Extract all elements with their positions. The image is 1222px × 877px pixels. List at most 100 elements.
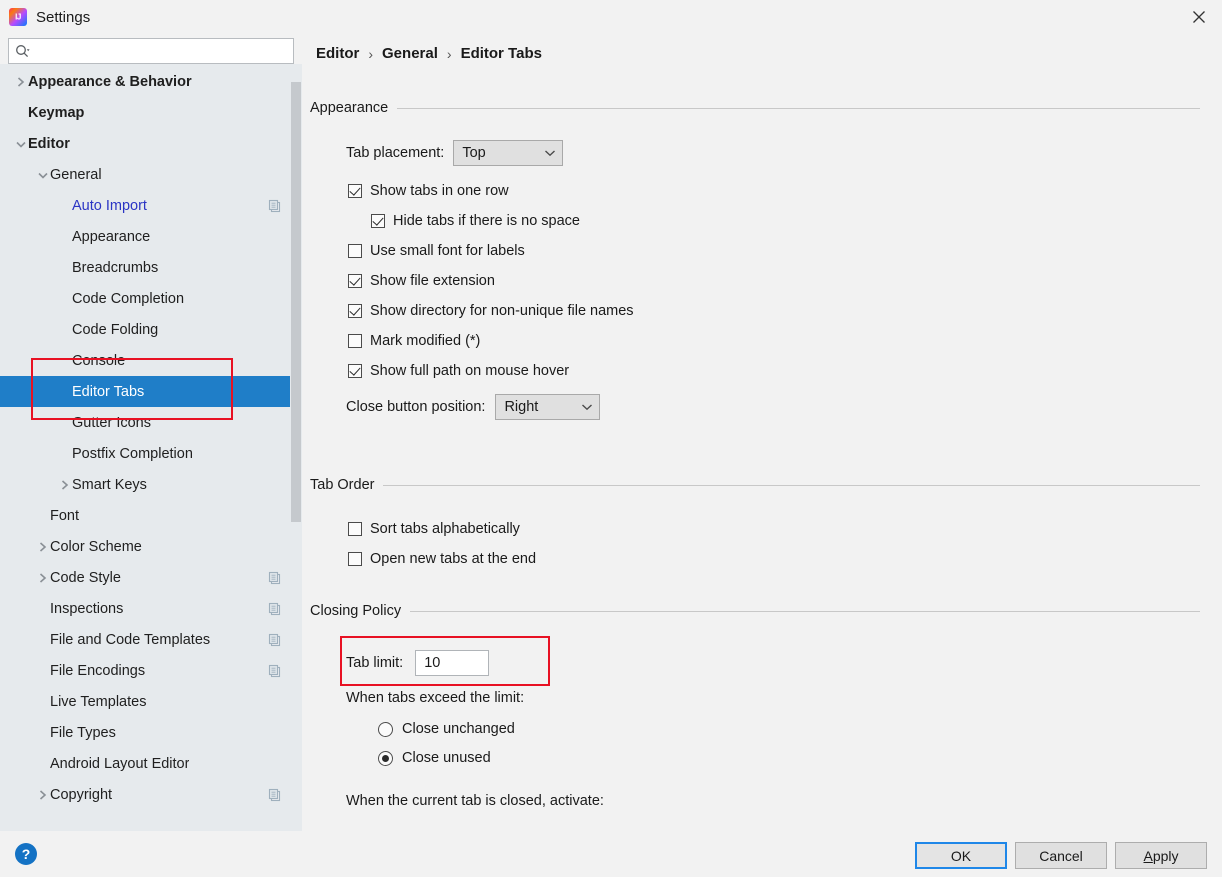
copy-settings-icon[interactable]	[268, 788, 282, 802]
when-exceed-row: When tabs exceed the limit:	[346, 690, 1200, 706]
sort-tabs-alphabetically-checkbox[interactable]	[348, 522, 362, 536]
sidebar-item-inspections[interactable]: Inspections	[0, 593, 302, 624]
section-divider	[383, 484, 1200, 486]
sidebar-item-label: Breadcrumbs	[72, 259, 159, 276]
ok-button[interactable]: OK	[915, 842, 1007, 869]
sidebar-item-file-types[interactable]: File Types	[0, 717, 302, 748]
chevron-down-icon[interactable]	[14, 137, 28, 151]
show-file-extension-checkbox[interactable]	[348, 274, 362, 288]
copy-settings-icon[interactable]	[268, 199, 282, 213]
search-area	[0, 34, 302, 64]
show-directory-checkbox[interactable]	[348, 304, 362, 318]
tab-placement-dropdown[interactable]: Top	[453, 140, 564, 166]
sidebar-item-editor-tabs[interactable]: Editor Tabs	[0, 376, 302, 407]
sidebar-item-font[interactable]: Font	[0, 500, 302, 531]
breadcrumb-item-editor-tabs[interactable]: Editor Tabs	[461, 45, 542, 62]
show-directory-checkbox-row[interactable]: Show directory for non-unique file names	[348, 303, 1200, 319]
use-small-font-checkbox[interactable]	[348, 244, 362, 258]
sidebar-item-postfix-completion[interactable]: Postfix Completion	[0, 438, 302, 469]
sidebar-item-auto-import[interactable]: Auto Import	[0, 190, 302, 221]
sidebar-item-gutter-icons[interactable]: Gutter Icons	[0, 407, 302, 438]
hide-tabs-no-space-checkbox-row[interactable]: Hide tabs if there is no space	[371, 213, 1200, 229]
sidebar-item-code-style[interactable]: Code Style	[0, 562, 302, 593]
use-small-font-label: Use small font for labels	[370, 243, 525, 259]
mark-modified-checkbox-row[interactable]: Mark modified (*)	[348, 333, 1200, 349]
close-button[interactable]	[1176, 0, 1222, 34]
cancel-button[interactable]: Cancel	[1015, 842, 1107, 869]
tab-limit-field[interactable]	[415, 650, 490, 676]
sidebar-item-android-layout-editor[interactable]: Android Layout Editor	[0, 748, 302, 779]
close-button-position-dropdown[interactable]: Right	[495, 394, 601, 420]
sidebar-item-color-scheme[interactable]: Color Scheme	[0, 531, 302, 562]
sidebar-item-editor[interactable]: Editor	[0, 128, 302, 159]
close-unchanged-radio-row[interactable]: Close unchanged	[378, 721, 1200, 737]
show-file-extension-checkbox-row[interactable]: Show file extension	[348, 273, 1200, 289]
sidebar-item-copyright[interactable]: Copyright	[0, 779, 302, 810]
apply-mnemonic: A	[1143, 847, 1153, 864]
sidebar-item-label: Editor Tabs	[72, 383, 145, 400]
sidebar-scrollbar-thumb[interactable]	[291, 82, 301, 522]
chevron-right-icon[interactable]	[36, 788, 50, 802]
sidebar-item-label: Copyright	[50, 786, 113, 803]
appearance-section: Appearance Tab placement: Top Show tabs …	[310, 97, 1200, 420]
copy-settings-icon[interactable]	[268, 602, 282, 616]
open-new-tabs-end-checkbox-row[interactable]: Open new tabs at the end	[348, 551, 1200, 567]
use-small-font-checkbox-row[interactable]: Use small font for labels	[348, 243, 1200, 259]
sidebar-item-console[interactable]: Console	[0, 345, 302, 376]
show-tabs-one-row-checkbox-row[interactable]: Show tabs in one row	[348, 183, 1200, 199]
search-box[interactable]	[8, 38, 294, 64]
sidebar-item-live-templates[interactable]: Live Templates	[0, 686, 302, 717]
breadcrumb-separator-icon: ›	[368, 45, 374, 62]
tab-limit-row: Tab limit:	[346, 650, 1200, 676]
close-unused-radio-row[interactable]: Close unused	[378, 750, 1200, 766]
sidebar-item-appearance[interactable]: Appearance	[0, 221, 302, 252]
sidebar-item-breadcrumbs[interactable]: Breadcrumbs	[0, 252, 302, 283]
apply-button[interactable]: Apply	[1115, 842, 1207, 869]
copy-settings-icon[interactable]	[268, 633, 282, 647]
copy-settings-icon[interactable]	[268, 664, 282, 678]
chevron-down-icon[interactable]	[36, 168, 50, 182]
sidebar-item-code-folding[interactable]: Code Folding	[0, 314, 302, 345]
sort-tabs-alpha-checkbox-row[interactable]: Sort tabs alphabetically	[348, 521, 1200, 537]
close-button-position-label: Close button position:	[346, 399, 486, 415]
sidebar-item-file-and-code-templates[interactable]: File and Code Templates	[0, 624, 302, 655]
mark-modified-checkbox[interactable]	[348, 334, 362, 348]
close-unused-radio[interactable]	[378, 750, 393, 766]
help-icon: ?	[21, 846, 31, 862]
tab-placement-label: Tab placement:	[346, 145, 445, 161]
chevron-right-icon[interactable]	[58, 478, 72, 492]
tab-limit-input[interactable]	[422, 654, 483, 672]
breadcrumb-item-general[interactable]: General	[382, 45, 438, 62]
apply-rest: pply	[1152, 847, 1179, 864]
sidebar-item-keymap[interactable]: Keymap	[0, 97, 302, 128]
window-title: Settings	[36, 8, 91, 26]
close-unchanged-radio[interactable]	[378, 721, 393, 737]
sidebar-item-file-encodings[interactable]: File Encodings	[0, 655, 302, 686]
tab-order-section-header: Tab Order	[310, 474, 1200, 496]
sidebar-item-appearance-behavior[interactable]: Appearance & Behavior	[0, 66, 302, 97]
show-full-path-checkbox[interactable]	[348, 364, 362, 378]
sidebar-item-general[interactable]: General	[0, 159, 302, 190]
sidebar-item-label: Code Completion	[72, 290, 185, 307]
sidebar-item-smart-keys[interactable]: Smart Keys	[0, 469, 302, 500]
sidebar-item-code-completion[interactable]: Code Completion	[0, 283, 302, 314]
settings-tree[interactable]: Appearance & Behavior Keymap Editor General…	[0, 66, 302, 831]
hide-tabs-no-space-checkbox[interactable]	[371, 214, 385, 228]
help-button[interactable]: ?	[15, 843, 37, 865]
breadcrumb-item-editor[interactable]: Editor	[316, 45, 359, 62]
tab-order-section-title: Tab Order	[310, 477, 375, 493]
show-tabs-one-row-checkbox[interactable]	[348, 184, 362, 198]
chevron-right-icon[interactable]	[36, 571, 50, 585]
sidebar-scrollbar-track[interactable]	[290, 66, 302, 831]
show-full-path-checkbox-row[interactable]: Show full path on mouse hover	[348, 363, 1200, 379]
close-unchanged-label: Close unchanged	[402, 721, 515, 737]
copy-settings-icon[interactable]	[268, 571, 282, 585]
chevron-right-icon[interactable]	[36, 540, 50, 554]
chevron-right-icon[interactable]	[14, 75, 28, 89]
search-input[interactable]	[31, 40, 293, 62]
open-new-tabs-at-end-checkbox[interactable]	[348, 552, 362, 566]
